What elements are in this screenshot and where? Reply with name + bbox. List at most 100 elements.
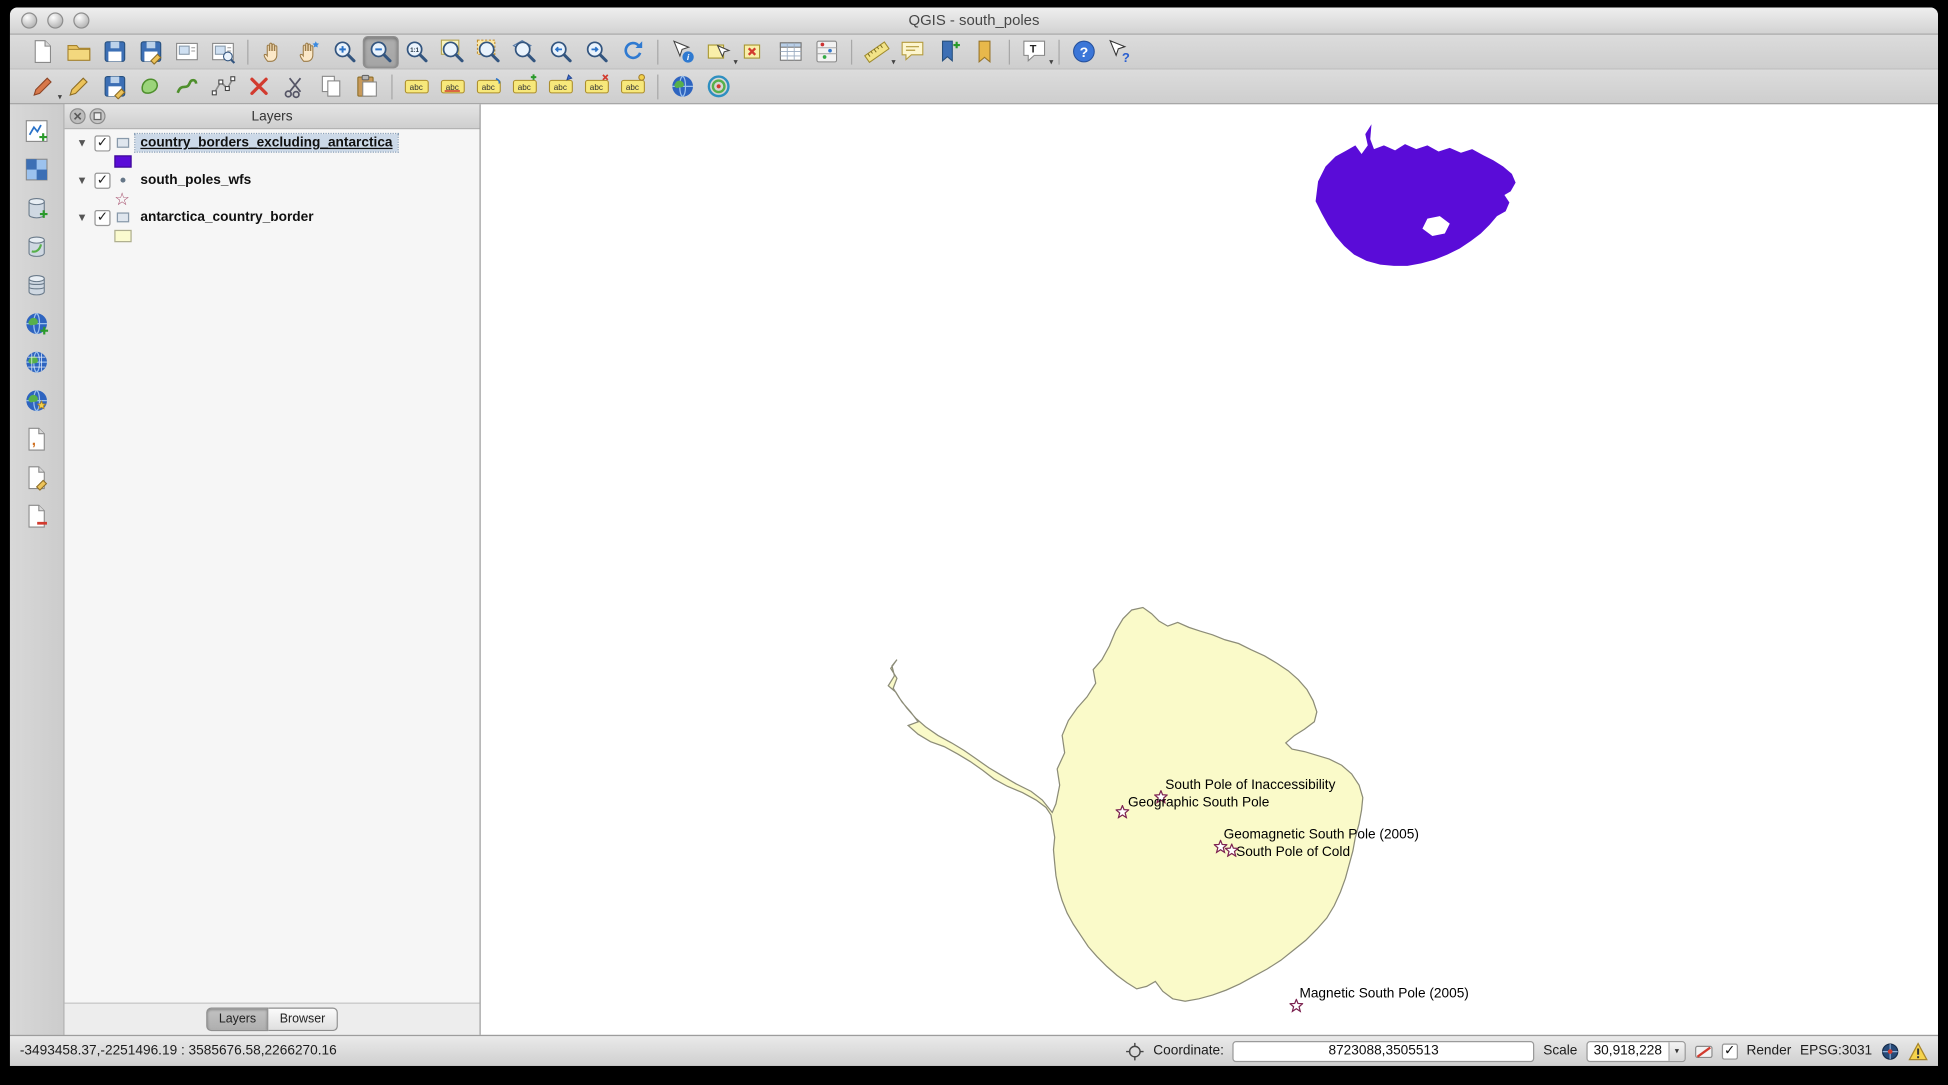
labeling-settings-button[interactable]: abc <box>399 70 435 102</box>
svg-text:abc: abc <box>518 83 531 92</box>
collapse-arrow-icon[interactable]: ▼ <box>75 137 90 149</box>
zoom-window-button[interactable] <box>73 12 89 28</box>
cut-features-button[interactable] <box>277 70 313 102</box>
titlebar[interactable]: QGIS - south_poles <box>10 7 1938 34</box>
node-tool-button[interactable] <box>205 70 241 102</box>
log-messages-icon[interactable] <box>1908 1042 1928 1061</box>
open-project-button[interactable] <box>61 35 97 67</box>
save-project-button[interactable] <box>97 35 133 67</box>
zoom-full-extent-button[interactable] <box>435 35 471 67</box>
minimize-window-button[interactable] <box>47 12 63 28</box>
composer-manager-button[interactable] <box>205 35 241 67</box>
add-wfs-layer-button[interactable] <box>19 384 54 416</box>
add-delimited-text-layer-button[interactable]: , <box>19 422 54 454</box>
rotate-label-button[interactable]: abc <box>471 70 507 102</box>
text-annotation-button[interactable]: T▾ <box>1016 35 1052 67</box>
show-bookmarks-button[interactable] <box>967 35 1003 67</box>
layer-row[interactable]: ▼ ✓ antarctica_country_border <box>65 206 480 228</box>
panel-detach-icon[interactable] <box>89 108 105 124</box>
zoom-to-selection-button[interactable] <box>471 35 507 67</box>
add-wms-layer-icon <box>24 310 50 336</box>
zoom-to-layer-button[interactable] <box>507 35 543 67</box>
move-label-button[interactable]: abc <box>435 70 471 102</box>
zoom-last-button[interactable] <box>543 35 579 67</box>
save-layer-edits-button[interactable] <box>97 70 133 102</box>
add-postgis-layer-button[interactable] <box>19 191 54 223</box>
change-label-button[interactable]: abc <box>507 70 543 102</box>
field-calculator-button[interactable] <box>809 35 845 67</box>
zoom-out-button[interactable] <box>363 35 399 67</box>
whats-this-button[interactable]: ? <box>1102 35 1138 67</box>
new-print-composer-button[interactable] <box>169 35 205 67</box>
panel-tab-layers[interactable]: Layers <box>206 1008 268 1032</box>
star-symbol-icon: ☆ <box>114 193 130 205</box>
map-label: Magnetic South Pole (2005) <box>1299 986 1468 1001</box>
pan-map-button[interactable] <box>255 35 291 67</box>
layer-name[interactable]: south_poles_wfs <box>135 171 256 188</box>
pan-to-selection-icon <box>296 39 322 65</box>
python-console-icon <box>706 73 732 99</box>
paste-features-icon <box>354 73 380 99</box>
close-window-button[interactable] <box>21 12 37 28</box>
remove-layer-button[interactable] <box>19 499 54 531</box>
open-attribute-table-button[interactable] <box>773 35 809 67</box>
collapse-arrow-icon[interactable]: ▼ <box>75 174 90 186</box>
layer-type-icon <box>116 135 131 150</box>
window-body: , Layers ▼ ✓ country_borders_excluding_ant… <box>10 104 1938 1034</box>
stop-render-icon[interactable] <box>1694 1042 1713 1061</box>
current-edits-button[interactable]: ▾ <box>25 70 61 102</box>
identify-features-button[interactable]: i <box>665 35 701 67</box>
measure-button[interactable]: ▾ <box>858 35 894 67</box>
deselect-features-button[interactable] <box>737 35 773 67</box>
star-marker-icon <box>1225 841 1239 855</box>
capture-line-button[interactable] <box>169 70 205 102</box>
add-raster-layer-button[interactable] <box>19 153 54 185</box>
layer-visibility-checkbox[interactable]: ✓ <box>94 135 110 151</box>
python-console-button[interactable] <box>701 70 737 102</box>
layer-symbology-row <box>65 229 480 244</box>
refresh-map-icon <box>620 39 646 65</box>
zoom-next-button[interactable] <box>579 35 615 67</box>
coordinate-capture-icon[interactable] <box>1126 1042 1145 1061</box>
copy-features-button[interactable] <box>313 70 349 102</box>
add-spatialite-layer-button[interactable] <box>19 230 54 262</box>
coordinate-input[interactable] <box>1233 1040 1535 1061</box>
layer-row[interactable]: ▼ ✓ country_borders_excluding_antarctica <box>65 132 480 154</box>
panel-tab-browser[interactable]: Browser <box>269 1008 338 1032</box>
new-bookmark-button[interactable] <box>930 35 966 67</box>
map-tips-button[interactable] <box>894 35 930 67</box>
render-checkbox[interactable]: ✓ <box>1722 1043 1738 1059</box>
open-globe-button[interactable] <box>665 70 701 102</box>
select-features-button[interactable]: ▾ <box>701 35 737 67</box>
panel-close-icon[interactable] <box>70 108 86 124</box>
layer-name[interactable]: antarctica_country_border <box>135 209 318 226</box>
layer-visibility-checkbox[interactable]: ✓ <box>94 209 110 225</box>
zoom-actual-size-button[interactable]: 1:1 <box>399 35 435 67</box>
add-mssql-layer-button[interactable] <box>19 268 54 300</box>
dropdown-arrow-icon[interactable]: ▾ <box>1049 58 1053 67</box>
show-hide-labels-button[interactable]: abc <box>579 70 615 102</box>
add-vector-layer-button[interactable] <box>19 114 54 146</box>
scale-combobox[interactable]: 30,918,228 ▾ <box>1586 1040 1685 1061</box>
crs-status-icon[interactable] <box>1881 1042 1900 1061</box>
refresh-map-button[interactable] <box>615 35 651 67</box>
highlight-labels-button[interactable]: abc <box>615 70 651 102</box>
paste-features-button[interactable] <box>349 70 385 102</box>
help-button[interactable]: ? <box>1066 35 1102 67</box>
capture-point-button[interactable] <box>133 70 169 102</box>
save-project-as-button[interactable] <box>133 35 169 67</box>
toggle-editing-button[interactable] <box>61 70 97 102</box>
chevron-down-icon[interactable]: ▾ <box>1668 1042 1684 1061</box>
layer-name[interactable]: country_borders_excluding_antarctica <box>135 134 397 151</box>
add-wms-layer-button[interactable] <box>19 307 54 339</box>
map-canvas[interactable]: South Pole of InaccessibilityGeographic … <box>481 104 1938 1034</box>
new-project-button[interactable] <box>25 35 61 67</box>
zoom-in-button[interactable] <box>327 35 363 67</box>
layer-visibility-checkbox[interactable]: ✓ <box>94 172 110 188</box>
collapse-arrow-icon[interactable]: ▼ <box>75 211 90 223</box>
pan-to-selection-button[interactable] <box>291 35 327 67</box>
pin-labels-button[interactable]: abc <box>543 70 579 102</box>
add-wcs-layer-button[interactable] <box>19 345 54 377</box>
delete-selected-button[interactable] <box>241 70 277 102</box>
new-shapefile-layer-button[interactable] <box>19 461 54 493</box>
